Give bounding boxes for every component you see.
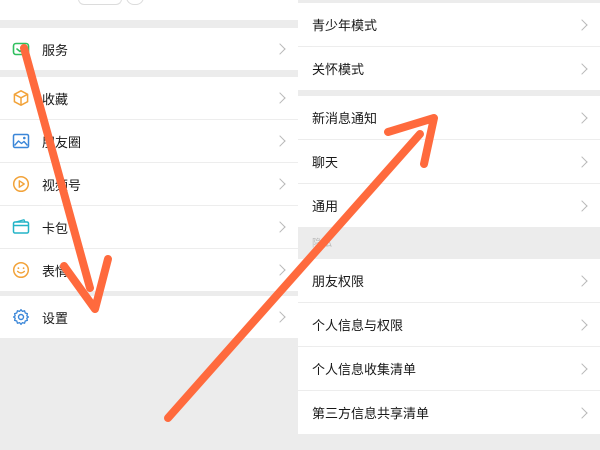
chevron-right-icon <box>576 111 588 124</box>
menu-item-settings[interactable]: 设置 <box>0 296 298 338</box>
moments-picture-icon <box>12 132 30 150</box>
menu-item-moments[interactable]: 朋友圈 <box>0 120 298 162</box>
setting-label: 新消息通知 <box>312 112 378 127</box>
menu-item-label: 设置 <box>42 311 69 327</box>
setting-personal-info-permissions[interactable]: 个人信息与权限 <box>298 303 600 346</box>
menu-item-label: 卡包 <box>42 221 69 237</box>
setting-care-mode[interactable]: 关怀模式 <box>298 47 600 90</box>
setting-label: 第三方信息共享清单 <box>312 407 430 422</box>
chevron-right-icon <box>576 62 588 75</box>
chevron-right-icon <box>576 274 588 287</box>
chevron-right-icon <box>576 18 588 31</box>
setting-label: 青少年模式 <box>312 19 378 34</box>
menu-item-label: 服务 <box>42 43 69 59</box>
privacy-section-header: 隐私 <box>298 227 600 257</box>
settings-panel: 青少年模式 关怀模式 新消息通知 聊天 通用 隐私 朋友权限 个人信息与权限 个… <box>298 0 600 450</box>
chevron-right-icon <box>576 318 588 331</box>
menu-item-service[interactable]: 服务 <box>0 28 298 70</box>
setting-label: 关怀模式 <box>312 63 365 78</box>
me-menu-panel: 服务 收藏 朋友圈 视频号 卡包 表情 设置 <box>0 0 298 450</box>
menu-item-label: 视频号 <box>42 178 82 194</box>
menu-item-label: 朋友圈 <box>42 135 82 151</box>
emoji-smile-icon <box>12 261 30 279</box>
chevron-right-icon <box>576 406 588 419</box>
setting-general[interactable]: 通用 <box>298 184 600 227</box>
chevron-right-icon <box>274 264 286 276</box>
section-header-label: 隐私 <box>312 238 332 250</box>
setting-label: 通用 <box>312 200 339 215</box>
chevron-right-icon <box>274 221 286 233</box>
card-wallet-icon <box>12 218 30 236</box>
menu-item-channels[interactable]: 视频号 <box>0 163 298 205</box>
setting-label: 朋友权限 <box>312 275 365 290</box>
chevron-right-icon <box>274 43 286 55</box>
setting-teen-mode[interactable]: 青少年模式 <box>298 3 600 46</box>
chevron-right-icon <box>274 178 286 190</box>
setting-new-message-notifications[interactable]: 新消息通知 <box>298 96 600 139</box>
chevron-right-icon <box>274 92 286 104</box>
favorites-cube-icon <box>12 89 30 107</box>
setting-chat[interactable]: 聊天 <box>298 140 600 183</box>
menu-item-favorites[interactable]: 收藏 <box>0 77 298 119</box>
chevron-right-icon <box>274 135 286 147</box>
setting-label: 个人信息收集清单 <box>312 363 417 378</box>
menu-item-stickers[interactable]: 表情 <box>0 249 298 291</box>
setting-friend-permissions[interactable]: 朋友权限 <box>298 259 600 302</box>
setting-label: 聊天 <box>312 156 339 171</box>
channels-play-icon <box>12 175 30 193</box>
menu-item-label: 表情 <box>42 264 69 280</box>
gear-icon <box>12 308 30 326</box>
chevron-right-icon <box>274 311 286 323</box>
status-pill <box>78 0 122 5</box>
menu-item-label: 收藏 <box>42 92 69 108</box>
chevron-right-icon <box>576 199 588 212</box>
chevron-right-icon <box>576 362 588 375</box>
setting-label: 个人信息与权限 <box>312 319 404 334</box>
menu-item-card-wallet[interactable]: 卡包 <box>0 206 298 248</box>
profile-area-remnant <box>0 0 298 20</box>
chevron-right-icon <box>576 155 588 168</box>
setting-third-party-sharing-list[interactable]: 第三方信息共享清单 <box>298 391 600 434</box>
service-wallet-icon <box>12 40 30 58</box>
setting-personal-info-collection-list[interactable]: 个人信息收集清单 <box>298 347 600 390</box>
more-status-button[interactable] <box>126 0 144 5</box>
